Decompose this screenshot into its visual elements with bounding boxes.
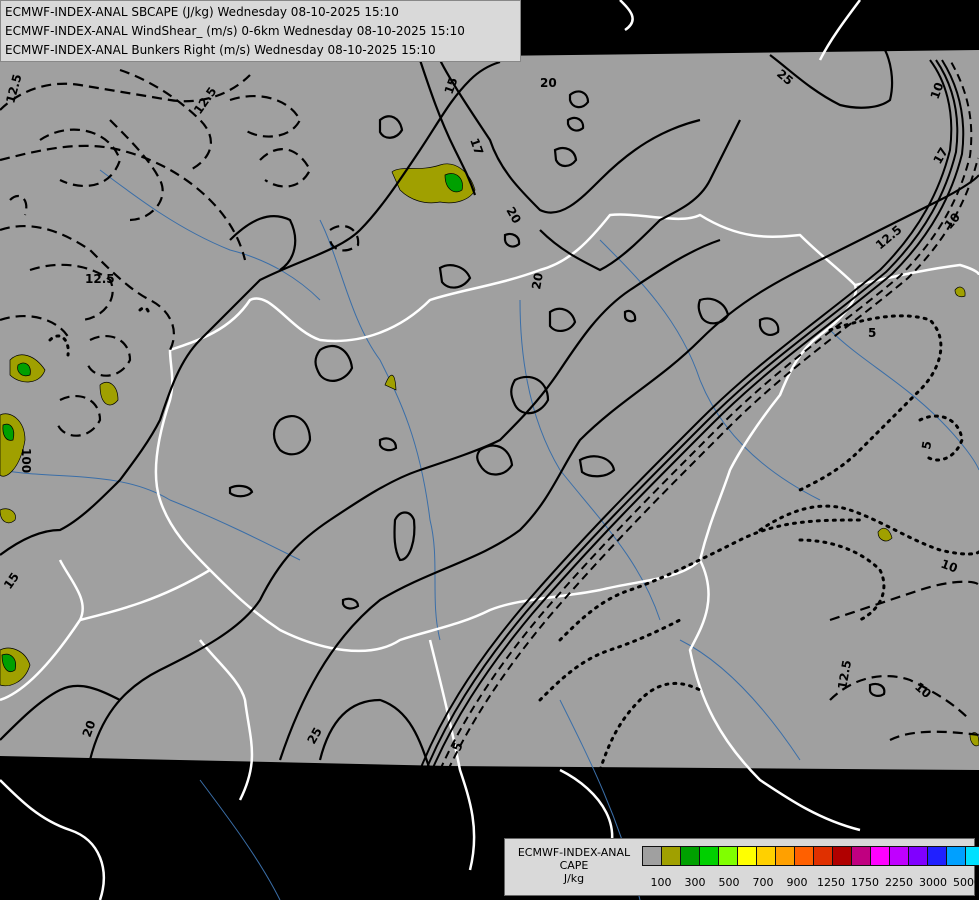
legend-swatch [737, 846, 757, 866]
legend-tick: 900 [786, 876, 808, 889]
legend-swatch [927, 846, 947, 866]
map-title-box: ECMWF-INDEX-ANAL SBCAPE (J/kg) Wednesday… [0, 0, 521, 62]
legend-swatch [699, 846, 719, 866]
legend-swatch [813, 846, 833, 866]
legend-swatch [832, 846, 852, 866]
legend-tick: 3000 [919, 876, 947, 889]
legend-tick: 2250 [885, 876, 913, 889]
contour-label: 5 [868, 326, 876, 340]
legend-title-model: ECMWF-INDEX-ANAL [517, 846, 631, 859]
legend-swatch [756, 846, 776, 866]
legend-swatch [718, 846, 738, 866]
legend-tick: 1750 [851, 876, 879, 889]
legend-swatch [908, 846, 928, 866]
legend-title-unit: J/kg [563, 872, 585, 885]
legend-tick: 700 [752, 876, 774, 889]
legend-tick: 300 [684, 876, 706, 889]
legend-title-field: CAPE [559, 859, 589, 872]
legend-swatch [946, 846, 966, 866]
cape-legend: ECMWF-INDEX-ANAL CAPE J/kg 100 300 500 700 9… [504, 838, 979, 896]
contour-label: 20 [540, 76, 557, 90]
legend-tick: 500 [718, 876, 740, 889]
legend-swatch [794, 846, 814, 866]
legend-tick: 100 [650, 876, 672, 889]
legend-tick-labels: 100 300 500 700 900 1250 1750 2250 3000 5000 [642, 876, 979, 890]
legend-swatch [851, 846, 871, 866]
legend-swatch [642, 846, 662, 866]
contour-label: 12.5 [85, 272, 115, 286]
title-line-sbcape: ECMWF-INDEX-ANAL SBCAPE (J/kg) Wednesday… [5, 5, 399, 19]
legend-swatch [889, 846, 909, 866]
legend-swatch [680, 846, 700, 866]
legend-color-swatches [642, 846, 979, 866]
contour-label: 100 [19, 448, 33, 473]
title-line-windshear: ECMWF-INDEX-ANAL WindShear_ (m/s) 0-6km … [5, 24, 465, 38]
legend-swatch [965, 846, 979, 866]
weather-map: 12.5 12.5 12.5 15 17 20 20 20 25 10 17 1… [0, 0, 979, 900]
contour-label: 20 [529, 272, 546, 291]
legend-title: ECMWF-INDEX-ANAL CAPE J/kg [509, 846, 639, 885]
legend-swatch [661, 846, 681, 866]
legend-swatch [870, 846, 890, 866]
legend-tick: 1250 [817, 876, 845, 889]
legend-tick: 5000 [953, 876, 979, 889]
legend-swatch [775, 846, 795, 866]
title-line-bunkers: ECMWF-INDEX-ANAL Bunkers Right (m/s) Wed… [5, 43, 436, 57]
